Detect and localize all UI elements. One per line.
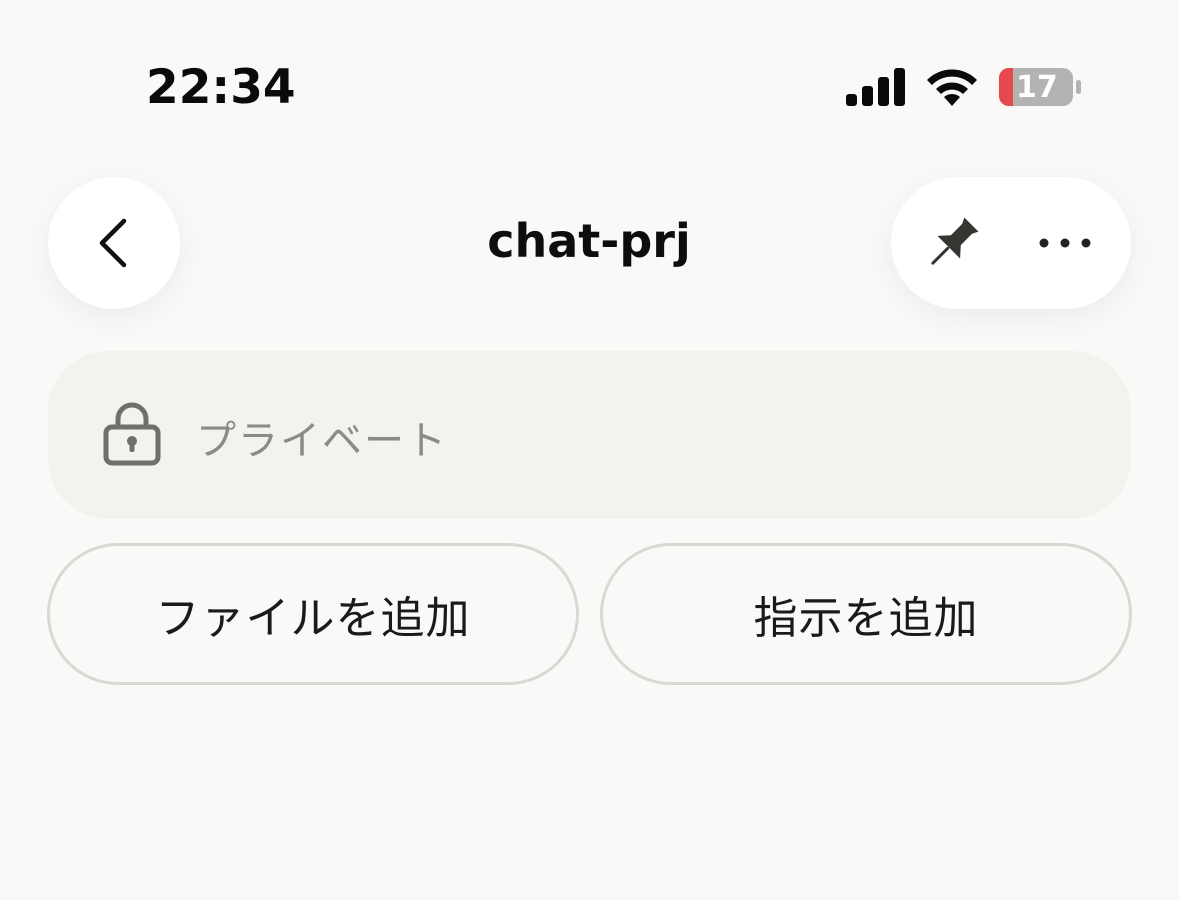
privacy-label: プライベート [196, 418, 448, 464]
chevron-left-icon [99, 218, 127, 268]
lock-icon [103, 402, 161, 466]
battery-level: 17 [1016, 70, 1058, 105]
more-options-button[interactable] [1025, 203, 1105, 283]
pin-icon [931, 217, 979, 265]
status-time: 22:34 [146, 60, 296, 115]
back-button[interactable] [48, 177, 180, 309]
page-title: chat-prj [487, 214, 691, 268]
ellipsis-icon [1039, 238, 1091, 248]
add-instruction-button[interactable]: 指示を追加 [600, 543, 1132, 685]
wifi-icon [927, 69, 977, 106]
add-file-button[interactable]: ファイルを追加 [47, 543, 579, 685]
header-actions [891, 177, 1131, 309]
pin-button[interactable] [913, 203, 993, 283]
cellular-signal-icon [846, 68, 905, 106]
